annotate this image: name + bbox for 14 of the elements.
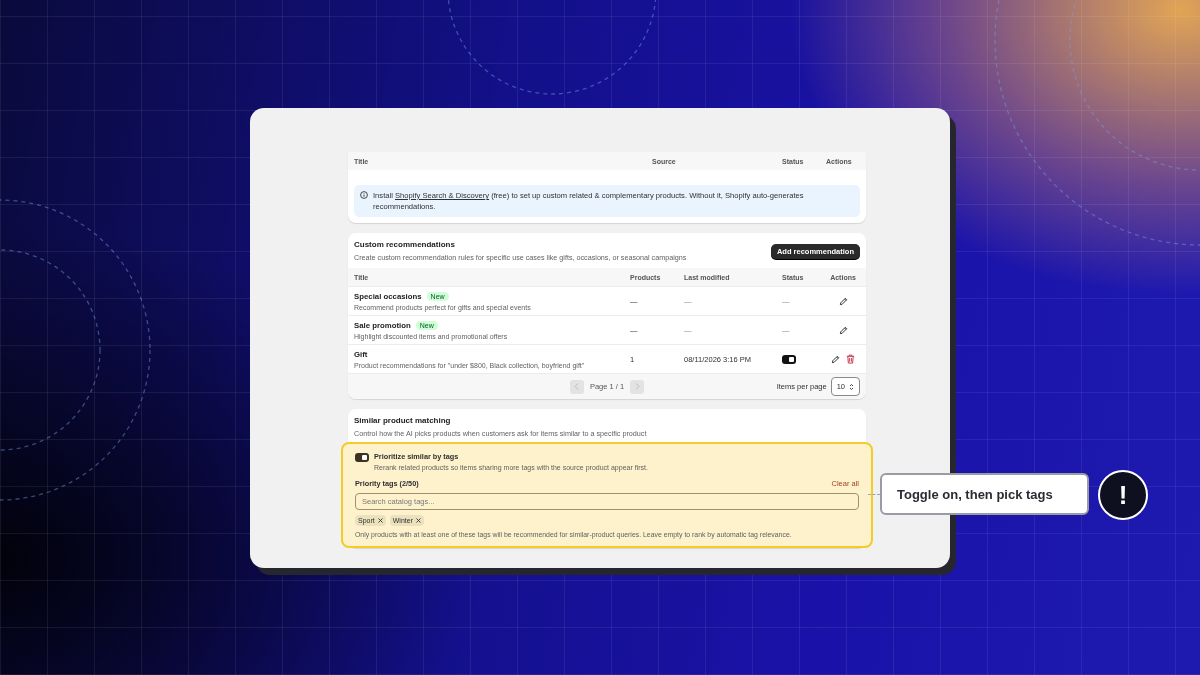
- caret-icon: [849, 382, 854, 391]
- section-title: Similar product matching: [354, 416, 452, 425]
- info-icon: [360, 191, 368, 199]
- close-icon[interactable]: [377, 518, 383, 523]
- pencil-icon[interactable]: [838, 296, 848, 306]
- section-title: Custom recommendations: [354, 240, 456, 249]
- toggle-switch[interactable]: [782, 354, 796, 364]
- trash-icon[interactable]: [846, 354, 855, 364]
- toggle-switch[interactable]: [355, 453, 369, 462]
- pencil-icon[interactable]: [838, 325, 848, 335]
- alert-badge: !: [1098, 470, 1148, 520]
- close-icon[interactable]: [415, 518, 421, 523]
- pencil-icon[interactable]: [831, 354, 840, 364]
- callout-text: Toggle on, then pick tags: [897, 486, 1053, 502]
